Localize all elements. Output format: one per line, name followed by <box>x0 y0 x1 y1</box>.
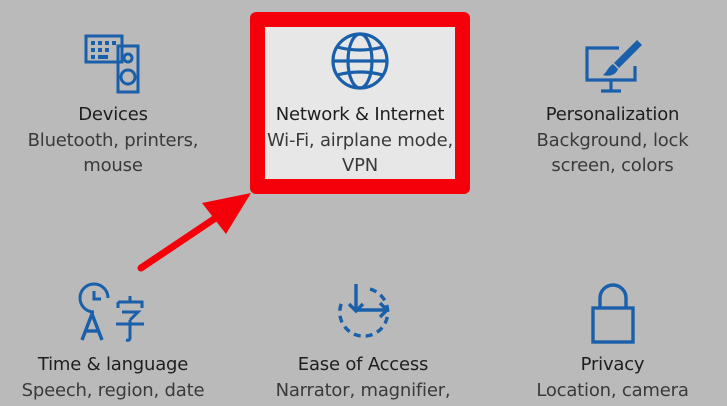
tile-title: Privacy <box>580 354 645 375</box>
tile-description-line-2: screen, colors <box>551 155 674 176</box>
settings-tile-privacy[interactable]: Privacy Location, camera <box>500 250 725 406</box>
tile-title: Personalization <box>545 104 680 125</box>
settings-tile-ease-of-access[interactable]: Ease of Access Narrator, magnifier, <box>250 250 476 406</box>
globe-icon <box>331 32 389 90</box>
tile-title: Time & language <box>37 354 189 375</box>
tile-description-line-1: Bluetooth, printers, <box>27 130 199 151</box>
tile-description-line-2: VPN <box>341 155 379 176</box>
tile-description-line-1: Speech, region, date <box>21 380 205 401</box>
lock-icon <box>590 283 635 344</box>
tile-description-line-1: Background, lock <box>536 130 689 151</box>
tile-title: Ease of Access <box>297 354 429 375</box>
paintbrush-monitor-icon <box>584 40 642 93</box>
settings-tile-personalization[interactable]: Personalization Background, lock screen,… <box>500 0 725 210</box>
time-language-icon <box>78 282 144 342</box>
ease-of-access-icon <box>338 284 390 338</box>
tile-title: Devices <box>78 104 148 125</box>
tile-description-line-1: Wi-Fi, airplane mode, <box>266 130 454 151</box>
devices-icon <box>84 34 140 94</box>
settings-tile-time-language[interactable]: Time & language Speech, region, date <box>0 250 226 406</box>
settings-tile-devices[interactable]: Devices Bluetooth, printers, mouse <box>0 0 226 210</box>
tile-description-line-2: mouse <box>83 155 143 176</box>
tile-description-line-1: Narrator, magnifier, <box>275 380 451 401</box>
settings-tile-network[interactable]: Network & Internet Wi-Fi, airplane mode,… <box>250 12 470 194</box>
tile-description-line-1: Location, camera <box>536 380 689 401</box>
tile-title: Network & Internet <box>275 104 445 125</box>
